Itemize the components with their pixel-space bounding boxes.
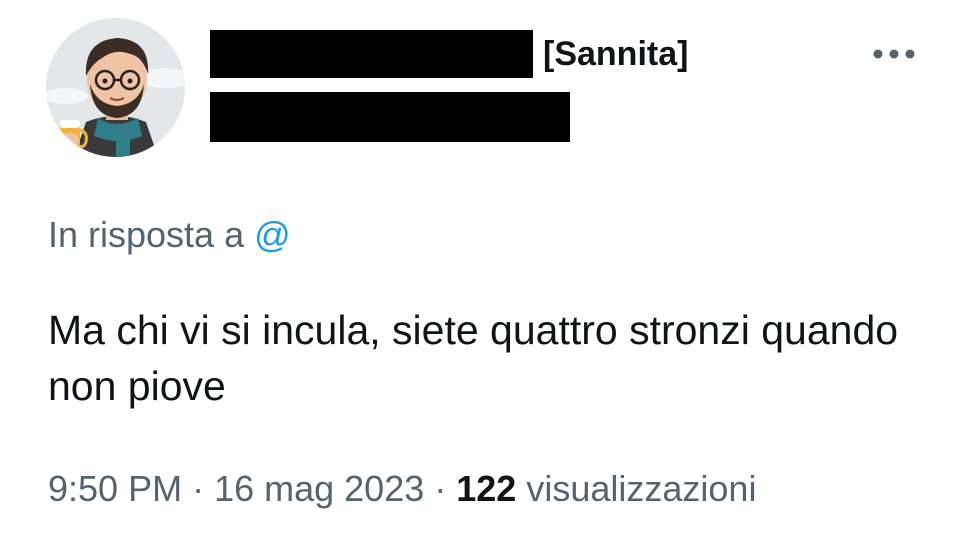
views-label: visualizzazioni (526, 468, 757, 509)
meta-separator: · (192, 468, 205, 509)
author-avatar[interactable] (46, 18, 185, 157)
tweet-date[interactable]: 16 mag 2023 (214, 468, 424, 509)
redacted-display-name (210, 30, 533, 78)
views-count: 122 (456, 468, 517, 509)
redacted-username (210, 92, 570, 142)
more-options-button[interactable] (866, 36, 922, 72)
more-horizontal-icon (873, 49, 915, 59)
avatar-illustration (46, 18, 185, 157)
reply-context: In risposta a @ (48, 208, 291, 262)
meta-separator: · (434, 468, 447, 509)
author-name-suffix: [Sannita] (543, 35, 689, 73)
tweet-meta: 9:50 PM · 16 mag 2023 · 122 visualizzazioni (48, 462, 756, 516)
reply-prefix: In risposta a (48, 214, 245, 255)
tweet-time[interactable]: 9:50 PM (48, 468, 182, 509)
tweet: [Sannita] In risposta a @ Ma chi vi si i… (0, 0, 956, 533)
author-name-row[interactable]: [Sannita] (210, 30, 688, 78)
reply-mention-link[interactable]: @ (254, 214, 291, 255)
tweet-text: Ma chi vi si incula, siete quattro stron… (48, 307, 899, 409)
